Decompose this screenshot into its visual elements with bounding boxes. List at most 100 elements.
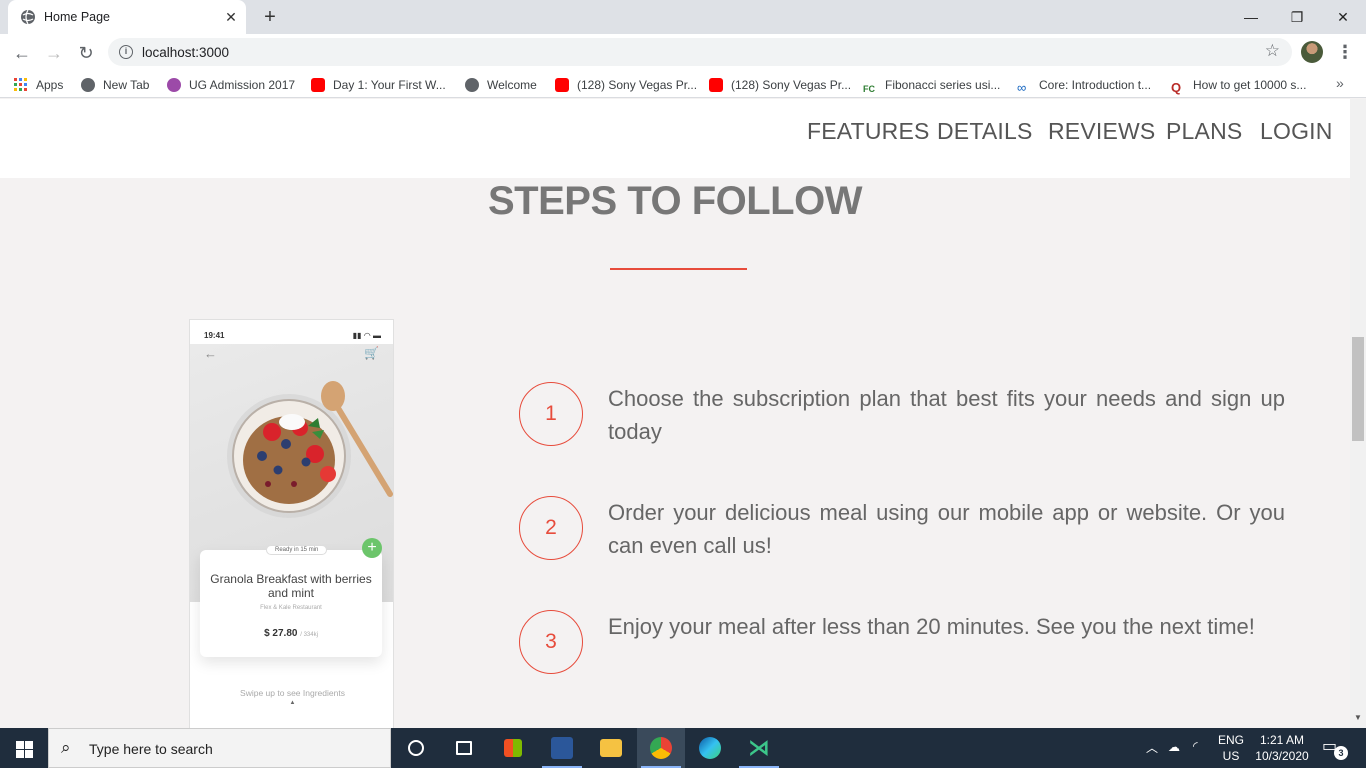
bookmark-label: (128) Sony Vegas Pr... xyxy=(731,78,852,92)
phone-back-icon: ← xyxy=(204,346,217,361)
swipe-hint: Swipe up to see Ingredients xyxy=(240,688,345,698)
vscode-icon[interactable]: ⋊ xyxy=(735,728,783,768)
windows-start-icon[interactable] xyxy=(0,728,48,768)
folder-glyph xyxy=(600,739,622,757)
nav-login[interactable]: LOGIN xyxy=(1260,118,1333,145)
url-text[interactable]: localhost:3000 xyxy=(142,45,229,60)
tab-strip: Home Page ✕ + — ❐ ✕ xyxy=(0,0,1366,34)
forward-arrow-icon[interactable]: → xyxy=(40,39,68,67)
bookmark-label: (128) Sony Vegas Pr... xyxy=(577,78,698,92)
profile-avatar[interactable] xyxy=(1301,41,1323,63)
notification-badge: 3 xyxy=(1334,746,1348,760)
back-arrow-icon[interactable]: ← xyxy=(8,39,36,67)
meal-card: Ready in 15 min + Granola Breakfast with… xyxy=(200,538,382,657)
scroll-down-icon[interactable]: ▼ xyxy=(1354,713,1362,722)
region-code: US xyxy=(1222,749,1240,763)
bookmark-ug-admission[interactable]: UG Admission 2017 xyxy=(167,76,295,94)
address-bar[interactable]: i localhost:3000 ☆ xyxy=(108,38,1292,66)
chrome-icon[interactable] xyxy=(637,728,685,768)
bookmark-welcome[interactable]: Welcome xyxy=(465,76,537,94)
scrollbar-thumb[interactable] xyxy=(1352,337,1364,441)
bookmark-fibonacci[interactable]: FC Fibonacci series usi... xyxy=(863,76,1000,94)
phone-time: 19:41 xyxy=(204,331,225,340)
new-tab-button[interactable]: + xyxy=(258,6,282,28)
step-number: 3 xyxy=(519,610,583,674)
task-view-icon[interactable] xyxy=(440,728,488,768)
show-hidden-icons[interactable]: ︿ xyxy=(1146,739,1158,768)
globe-icon xyxy=(81,78,95,92)
nav-reviews[interactable]: REVIEWS xyxy=(1048,118,1155,145)
notifications-icon[interactable]: ▭ 3 xyxy=(1322,736,1348,760)
more-bookmarks-icon[interactable]: » xyxy=(1336,75,1344,91)
price-value: $ 27.80 xyxy=(264,628,298,639)
bookmark-label: How to get 10000 s... xyxy=(1193,78,1307,92)
caret-up-icon: ▲ xyxy=(289,700,296,706)
onedrive-icon[interactable]: ☁ xyxy=(1168,740,1180,768)
phone-cart-icon: 🛒 xyxy=(364,346,379,360)
vscode-glyph: ⋊ xyxy=(748,735,770,760)
bookmark-day1[interactable]: Day 1: Your First W... xyxy=(311,76,446,94)
quora-icon: Q xyxy=(1171,80,1182,95)
word-icon[interactable] xyxy=(538,728,586,768)
network-icon[interactable]: ◜ xyxy=(1193,739,1198,768)
bookmark-sony-vegas-1[interactable]: (128) Sony Vegas Pr... xyxy=(555,76,697,94)
nav-features[interactable]: FEATURES xyxy=(807,118,930,145)
close-tab-icon[interactable]: ✕ xyxy=(222,8,240,26)
cortana-icon[interactable] xyxy=(392,728,440,768)
task-view-glyph xyxy=(456,741,472,755)
bookmark-label: Welcome xyxy=(487,78,537,92)
step-item: 2 Order your delicious meal using our mo… xyxy=(519,496,1299,566)
language-indicator[interactable]: ENG US xyxy=(1214,732,1248,764)
price-energy: / 334kj xyxy=(300,632,318,638)
page-scrollbar[interactable]: ▼ xyxy=(1350,99,1366,728)
add-plus-icon: + xyxy=(362,538,382,558)
system-clock[interactable]: 1:21 AM 10/3/2020 xyxy=(1250,732,1314,764)
bookmark-new-tab[interactable]: New Tab xyxy=(81,76,149,94)
clock-time: 1:21 AM xyxy=(1259,733,1305,747)
browser-toolbar: ← → ↻ i localhost:3000 ☆ ⋮ xyxy=(0,34,1366,71)
minimize-icon[interactable]: — xyxy=(1228,2,1274,32)
browser-tab-home[interactable]: Home Page ✕ xyxy=(8,0,246,34)
globe-icon xyxy=(465,78,479,92)
bookmark-label: Apps xyxy=(36,78,64,92)
reload-icon[interactable]: ↻ xyxy=(72,39,100,67)
bookmark-label: UG Admission 2017 xyxy=(189,78,296,92)
apps-grid-icon xyxy=(14,78,27,91)
store-icon[interactable] xyxy=(489,728,537,768)
bookmark-sony-vegas-2[interactable]: (128) Sony Vegas Pr... xyxy=(709,76,851,94)
site-navbar: FEATURES DETAILS REVIEWS PLANS LOGIN xyxy=(0,99,1350,178)
youtube-icon xyxy=(311,78,325,92)
step-description: Choose the subscription plan that best f… xyxy=(608,386,1285,444)
bookmark-apps[interactable]: Apps xyxy=(14,76,63,94)
infinity-icon: ∞ xyxy=(1017,80,1027,95)
nav-details[interactable]: DETAILS xyxy=(937,118,1033,145)
store-bag-glyph xyxy=(504,739,522,757)
chrome-glyph xyxy=(650,737,672,759)
edge-glyph xyxy=(699,737,721,759)
clock-date: 10/3/2020 xyxy=(1255,749,1309,763)
taskbar-search[interactable]: ⌕ Type here to search xyxy=(48,728,391,768)
nav-plans[interactable]: PLANS xyxy=(1166,118,1242,145)
close-window-icon[interactable]: ✕ xyxy=(1320,2,1366,32)
bookmark-label: Fibonacci series usi... xyxy=(885,78,1001,92)
tab-title: Home Page xyxy=(44,10,111,24)
bookmark-core-intro[interactable]: ∞ Core: Introduction t... xyxy=(1017,76,1152,95)
bookmark-label: New Tab xyxy=(103,78,150,92)
file-explorer-icon[interactable] xyxy=(587,728,635,768)
windows-taskbar: ⌕ Type here to search ⋊ ︿ ☁ ◜ ENG US 1:2… xyxy=(0,728,1366,768)
search-placeholder: Type here to search xyxy=(89,741,213,757)
site-info-icon[interactable]: i xyxy=(119,45,133,59)
restore-icon[interactable]: ❐ xyxy=(1274,2,1320,32)
step-description: Order your delicious meal using our mobi… xyxy=(608,500,1285,558)
bookmark-label: Core: Introduction t... xyxy=(1039,78,1152,92)
bookmark-star-icon[interactable]: ☆ xyxy=(1265,41,1280,61)
step-number: 2 xyxy=(519,496,583,560)
bookmark-how-to-get[interactable]: Q How to get 10000 s... xyxy=(1171,76,1307,95)
cortana-ring xyxy=(408,740,424,756)
edge-icon[interactable] xyxy=(686,728,734,768)
globe-icon xyxy=(21,9,35,25)
lang-code: ENG xyxy=(1217,733,1244,747)
word-glyph xyxy=(551,737,573,759)
kebab-menu-icon[interactable]: ⋮ xyxy=(1336,40,1354,64)
step-item: 1 Choose the subscription plan that best… xyxy=(519,382,1299,452)
